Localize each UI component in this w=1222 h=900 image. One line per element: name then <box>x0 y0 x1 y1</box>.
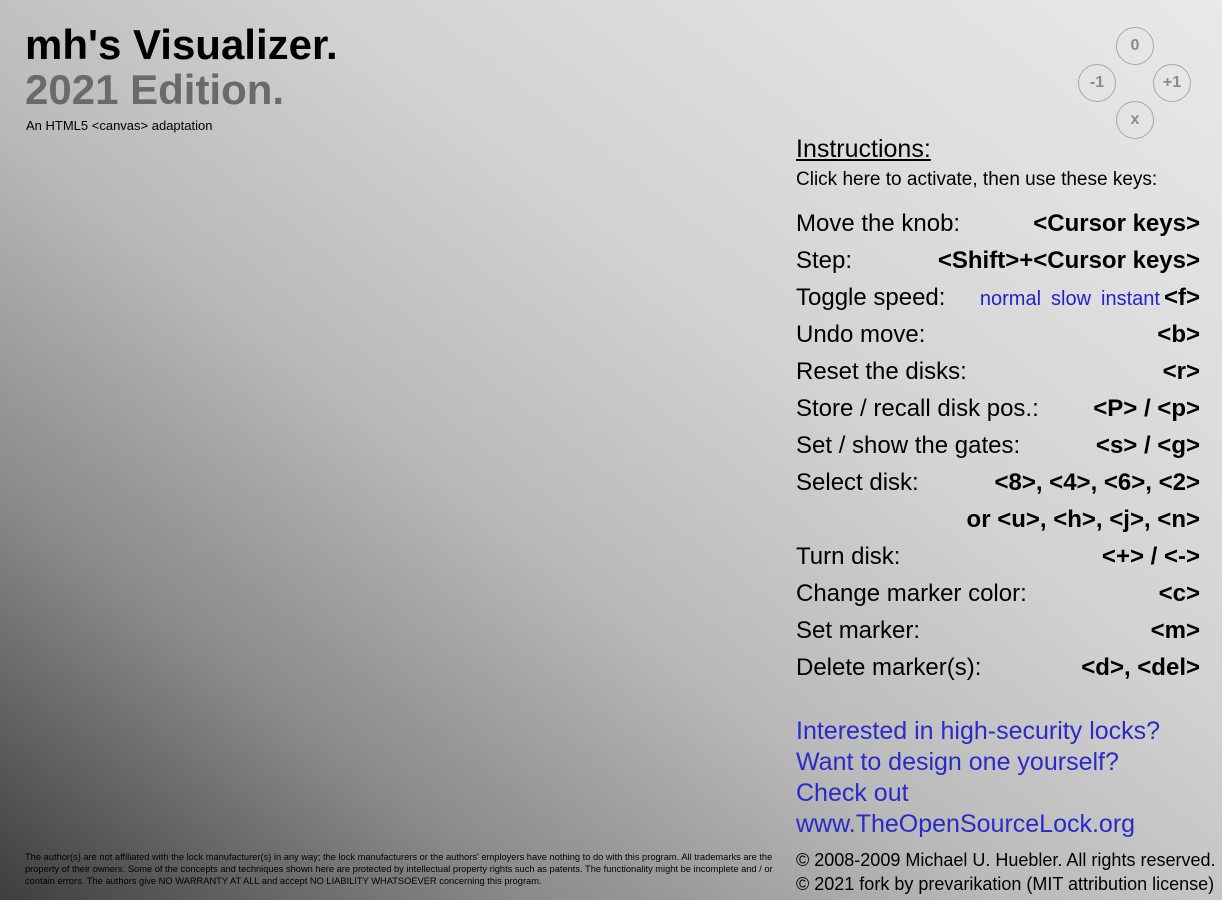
key-binding: <m> <box>1150 617 1200 644</box>
key-label: Undo move: <box>796 321 926 348</box>
key-row-set-marker: Set marker: <m> <box>796 616 1200 653</box>
key-row-undo: Undo move: <b> <box>796 320 1200 357</box>
key-row-marker-color: Change marker color: <c> <box>796 579 1200 616</box>
instructions-panel[interactable]: Instructions: Click here to activate, th… <box>796 134 1200 690</box>
key-label: Change marker color: <box>796 580 1027 607</box>
key-binding: <f> <box>1163 284 1200 311</box>
promo-line-check-out[interactable]: Check out <box>796 778 1160 809</box>
key-list: Move the knob: <Cursor keys> Step: <Shif… <box>796 209 1200 690</box>
key-row-toggle-speed: Toggle speed: normal slow instant <f> <box>796 283 1200 320</box>
speed-slow-link[interactable]: slow <box>1051 284 1091 314</box>
key-binding: <Shift>+<Cursor keys> <box>937 247 1200 274</box>
key-row-step: Step: <Shift>+<Cursor keys> <box>796 246 1200 283</box>
key-row-delete-marker: Delete marker(s): <d>, <del> <box>796 653 1200 690</box>
nav-right-button[interactable]: +1 <box>1153 64 1191 102</box>
key-label: Store / recall disk pos.: <box>796 395 1039 422</box>
app-title: mh's Visualizer. <box>25 21 338 68</box>
nav-left-button[interactable]: -1 <box>1078 64 1116 102</box>
promo-block: Interested in high-security locks? Want … <box>796 716 1160 840</box>
speed-normal-link[interactable]: normal <box>980 284 1041 314</box>
key-row-move-knob: Move the knob: <Cursor keys> <box>796 209 1200 246</box>
instructions-heading: Instructions: <box>796 135 931 163</box>
key-binding: <b> <box>1157 321 1200 348</box>
key-binding: <d>, <del> <box>1081 654 1200 681</box>
key-binding: <P> / <p> <box>1093 395 1200 422</box>
key-binding: <8>, <4>, <6>, <2> <box>994 469 1200 496</box>
key-label: Turn disk: <box>796 543 901 570</box>
key-label: Reset the disks: <box>796 358 967 385</box>
speed-instant-link[interactable]: instant <box>1101 284 1160 314</box>
key-row-select-disk: Select disk: <8>, <4>, <6>, <2> <box>796 468 1200 505</box>
header: mh's Visualizer. 2021 Edition. An HTML5 … <box>25 22 338 134</box>
key-label: Set / show the gates: <box>796 432 1021 459</box>
promo-line-locks[interactable]: Interested in high-security locks? <box>796 716 1160 747</box>
promo-line-design[interactable]: Want to design one yourself? <box>796 747 1160 778</box>
nav-up-button[interactable]: 0 <box>1116 27 1154 65</box>
speed-options: normal slow instant <f> <box>970 283 1200 314</box>
tagline: An HTML5 <canvas> adaptation <box>26 118 213 133</box>
open-source-lock-link[interactable]: www.TheOpenSourceLock.org <box>796 809 1160 840</box>
key-binding: or <u>, <h>, <j>, <n> <box>966 506 1200 533</box>
key-binding: <Cursor keys> <box>1033 210 1200 237</box>
key-row-gates: Set / show the gates: <s> / <g> <box>796 431 1200 468</box>
key-label: Set marker: <box>796 617 921 644</box>
key-binding: <r> <box>1162 358 1200 385</box>
key-binding: <s> / <g> <box>1095 432 1200 459</box>
key-label: Step: <box>796 247 853 274</box>
copyright-block: © 2008-2009 Michael U. Huebler. All righ… <box>796 848 1215 896</box>
key-label: Move the knob: <box>796 210 961 237</box>
key-row-turn-disk: Turn disk: <+> / <-> <box>796 542 1200 579</box>
copyright-line-original: © 2008-2009 Michael U. Huebler. All righ… <box>796 850 1216 870</box>
disk-nav-pad: 0 -1 +1 x <box>1078 27 1194 139</box>
activate-hint[interactable]: Click here to activate, then use these k… <box>796 168 1200 192</box>
key-row-store-recall: Store / recall disk pos.: <P> / <p> <box>796 394 1200 431</box>
disclaimer-text: The author(s) are not affiliated with th… <box>25 852 773 886</box>
edition-subtitle: 2021 Edition. <box>25 66 285 113</box>
key-label: Delete marker(s): <box>796 654 982 681</box>
key-label: Select disk: <box>796 469 919 496</box>
key-binding: <+> / <-> <box>1101 543 1200 570</box>
key-row-select-disk-alt: or <u>, <h>, <j>, <n> <box>796 505 1200 542</box>
key-label: Toggle speed: <box>796 284 946 311</box>
copyright-line-fork: © 2021 fork by prevarikation (MIT attrib… <box>796 874 1215 894</box>
key-row-reset: Reset the disks: <r> <box>796 357 1200 394</box>
key-binding: <c> <box>1158 580 1200 607</box>
